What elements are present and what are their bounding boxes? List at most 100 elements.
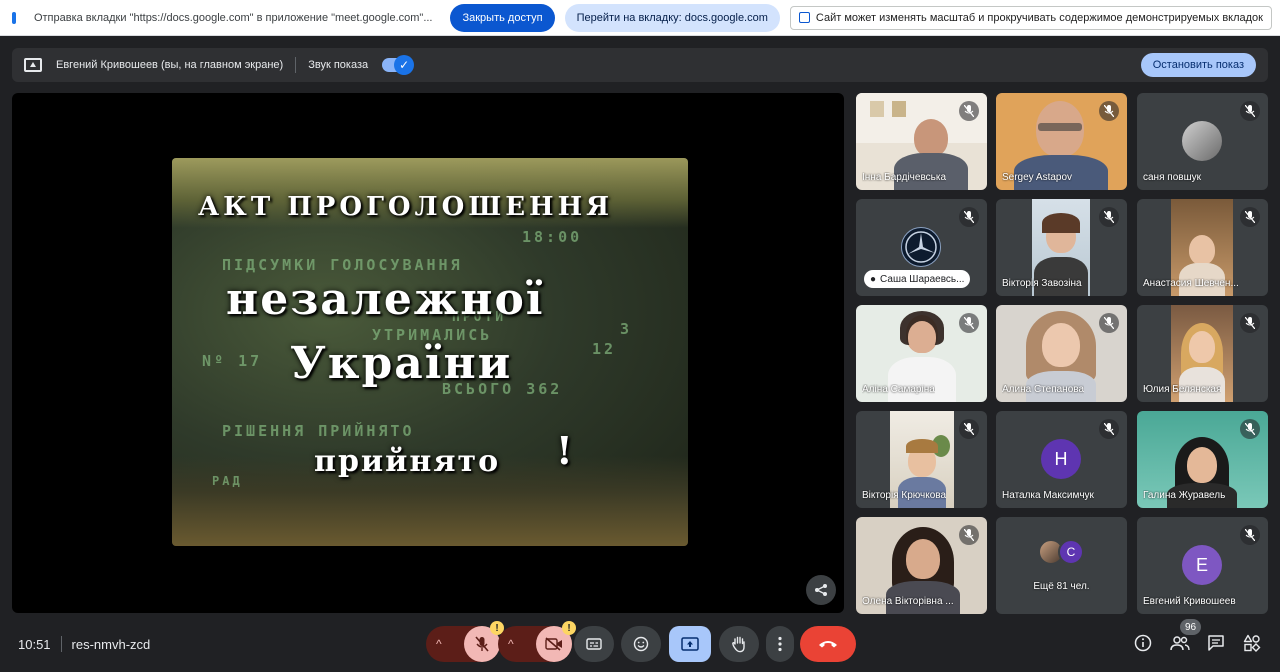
- stop-presenting-button[interactable]: Остановить показ: [1140, 53, 1256, 77]
- call-end-icon: [819, 641, 837, 648]
- participant-name: Саша Шараевсь...: [880, 273, 965, 285]
- more-options-button[interactable]: [766, 626, 794, 662]
- participant-tile[interactable]: Галина Журавель: [1137, 411, 1268, 508]
- more-participants-tile[interactable]: C Ещё 81 чел.: [996, 517, 1127, 614]
- muted-mic-icon: [1099, 419, 1119, 439]
- meeting-code: res-nmvh-zcd: [71, 636, 151, 652]
- info-icon: [1134, 634, 1152, 652]
- call-controls-bar: 10:51 res-nmvh-zcd ^ ! ^ ! 96: [0, 619, 1280, 672]
- go-to-tab-button[interactable]: Перейти на вкладку: docs.google.com: [564, 3, 780, 32]
- participant-name: Олена Вікторівна ...: [862, 596, 954, 607]
- clock: 10:51: [18, 636, 51, 652]
- sharing-message: Отправка вкладки "https://docs.google.co…: [33, 11, 433, 24]
- participant-name: Евгений Кривошеев: [1143, 596, 1236, 607]
- present-now-button[interactable]: [669, 626, 711, 662]
- muted-mic-icon: [1240, 525, 1260, 545]
- scroll-permission-notice[interactable]: Сайт может изменять масштаб и прокручива…: [789, 5, 1272, 30]
- camera-control[interactable]: ^ !: [498, 621, 576, 662]
- captions-button[interactable]: [574, 626, 614, 662]
- muted-mic-icon: [959, 207, 979, 227]
- share-icon: [815, 584, 827, 596]
- people-icon: [1170, 636, 1190, 651]
- present-screen-icon: [24, 58, 42, 72]
- avatar: Е: [1182, 545, 1222, 585]
- participant-tile[interactable]: Sergey Astapov: [996, 93, 1127, 190]
- avatar: C: [1058, 539, 1084, 565]
- meeting-info: 10:51 res-nmvh-zcd: [18, 636, 150, 652]
- participant-name: Інна Бардічевська: [862, 172, 947, 183]
- activities-button[interactable]: [1241, 632, 1263, 654]
- more-vert-icon: [778, 636, 782, 652]
- shared-video-frame: 18:00 ПІДСУМКИ ГОЛОСУВАННЯ ПРОТИ УТРИМАЛ…: [172, 158, 688, 546]
- slide-title-line-2: незалежної: [226, 274, 545, 325]
- camera-off-icon: [545, 637, 562, 651]
- slide-title-line-3: України: [290, 338, 513, 389]
- chat-button[interactable]: [1205, 632, 1227, 654]
- scroll-permission-label: Сайт может изменять масштаб и прокручива…: [815, 11, 1263, 24]
- meeting-details-button[interactable]: [1132, 632, 1154, 654]
- slide-exclamation: !: [556, 428, 573, 473]
- presenting-bar: Евгений Кривошеев (вы, на главном экране…: [12, 48, 1268, 82]
- chevron-up-icon: ^: [436, 637, 442, 651]
- screen-text: Nº 17: [202, 352, 263, 370]
- muted-mic-icon: [1099, 101, 1119, 121]
- participant-tile[interactable]: Юлия Белянская: [1137, 305, 1268, 402]
- emoji-icon: [633, 636, 649, 652]
- participant-tile[interactable]: ● Саша Шараевсь...: [856, 199, 987, 296]
- participant-count-badge: 96: [1180, 619, 1202, 635]
- muted-mic-icon: [959, 419, 979, 439]
- checkbox-icon: [798, 12, 810, 23]
- raise-hand-button[interactable]: [719, 626, 759, 662]
- closed-captions-icon: [586, 638, 602, 650]
- muted-mic-icon: [1240, 313, 1260, 333]
- participant-tile[interactable]: Анастасия Шевчен...: [1137, 199, 1268, 296]
- participant-tile[interactable]: Аліна Самаріна: [856, 305, 987, 402]
- participant-name-chip: ● Саша Шараевсь...: [864, 270, 971, 288]
- participant-tile[interactable]: Інна Бардічевська: [856, 93, 987, 190]
- muted-mic-icon: [1099, 313, 1119, 333]
- present-screen-icon: [681, 637, 699, 651]
- participant-name: Алина Степанова: [1002, 384, 1085, 395]
- microphone-control[interactable]: ^ !: [426, 621, 504, 662]
- participant-tile[interactable]: Вікторія Завозіна: [996, 199, 1127, 296]
- chat-icon: [1208, 635, 1224, 651]
- screen-text: РАД: [212, 474, 243, 488]
- mercedes-logo-icon: [905, 231, 937, 263]
- shared-screen-view: 18:00 ПІДСУМКИ ГОЛОСУВАННЯ ПРОТИ УТРИМАЛ…: [12, 93, 844, 613]
- muted-mic-icon: [959, 313, 979, 333]
- divider: [295, 57, 297, 73]
- slide-title-line-4: прийнято: [314, 444, 501, 479]
- camera-warning-badge: !: [562, 621, 576, 635]
- participant-tile[interactable]: Вікторія Крючкова: [856, 411, 987, 508]
- presenter-name: Евгений Кривошеев (вы, на главном экране…: [56, 59, 284, 71]
- hand-icon: [732, 636, 745, 653]
- screen-text: РІШЕННЯ ПРИЙНЯТО: [222, 422, 415, 440]
- participant-name: Вікторія Завозіна: [1002, 278, 1082, 289]
- avatar: Н: [1041, 439, 1081, 479]
- activities-shapes-icon: [1243, 634, 1261, 652]
- avatar: [901, 227, 941, 267]
- muted-mic-icon: [1099, 207, 1119, 227]
- share-button[interactable]: [806, 575, 836, 605]
- leave-call-button[interactable]: [800, 626, 856, 662]
- participant-name: Галина Журавель: [1143, 490, 1226, 501]
- participant-tile[interactable]: саня повшук: [1137, 93, 1268, 190]
- participant-name: Аліна Самаріна: [862, 384, 935, 395]
- participant-tile[interactable]: Н Наталка Максимчук: [996, 411, 1127, 508]
- participant-name: Наталка Максимчук: [1002, 490, 1094, 501]
- screen-text: 18:00: [522, 228, 583, 246]
- more-participants-label: Ещё 81 чел.: [1033, 581, 1090, 592]
- share-audio-toggle[interactable]: ✓: [382, 55, 415, 75]
- check-icon: ✓: [394, 55, 415, 75]
- participant-tile-self[interactable]: Е Евгений Кривошеев: [1137, 517, 1268, 614]
- stop-access-button[interactable]: Закрыть доступ: [450, 3, 555, 32]
- participant-tile[interactable]: Алина Степанова: [996, 305, 1127, 402]
- share-audio-label: Звук показа: [308, 59, 369, 71]
- muted-mic-icon: [1240, 101, 1260, 121]
- participant-name: Вікторія Крючкова: [862, 490, 947, 501]
- people-button[interactable]: [1169, 632, 1191, 654]
- participant-tile[interactable]: Олена Вікторівна ...: [856, 517, 987, 614]
- screen-share-icon: [12, 11, 16, 24]
- participant-name: саня повшук: [1143, 172, 1201, 183]
- reactions-button[interactable]: [621, 626, 661, 662]
